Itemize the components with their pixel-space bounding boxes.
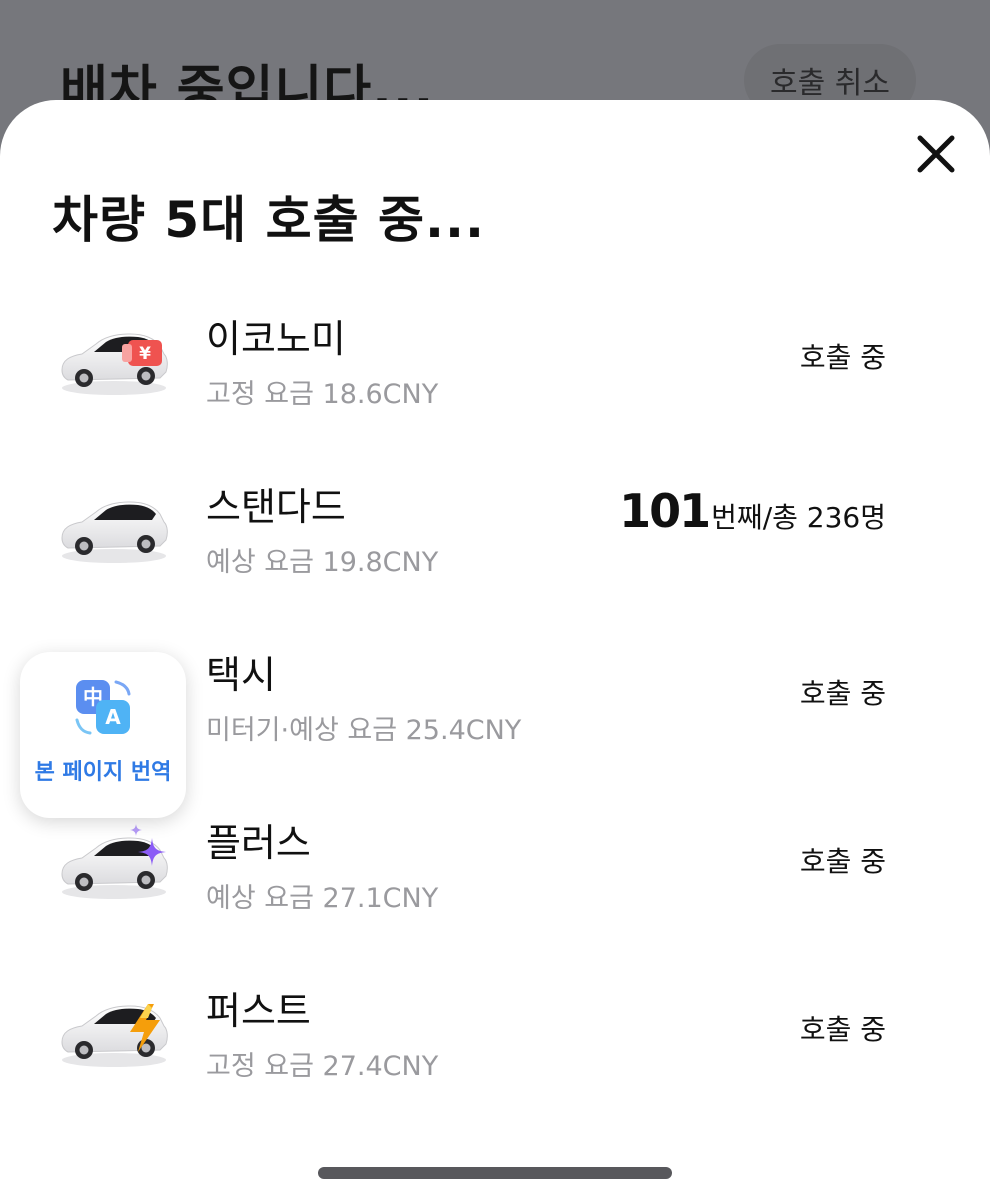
ride-price: 고정 요금 18.6CNY: [206, 379, 439, 410]
close-icon[interactable]: [912, 130, 960, 178]
sheet-title: 차량 5대 호출 중...: [52, 191, 485, 249]
ride-status: 호출 중: [799, 1013, 886, 1046]
svg-text:¥: ¥: [139, 344, 151, 364]
queue-text: 번째/총 236명: [711, 501, 886, 534]
ride-name: 플러스: [206, 821, 311, 865]
ride-name: 스탠다드: [206, 485, 346, 529]
ride-price: 예상 요금 19.8CNY: [206, 547, 439, 578]
ride-status: 호출 중: [799, 677, 886, 710]
ride-option-standard[interactable]: 스탠다드 예상 요금 19.8CNY 101 번째/총 236명: [0, 458, 990, 626]
ride-name: 택시: [206, 653, 276, 697]
queue-position: 101 번째/총 236명: [619, 484, 886, 538]
ride-price: 미터기·예상 요금 25.4CNY: [206, 715, 522, 746]
svg-text:A: A: [105, 705, 121, 729]
translate-icon: 中 A: [72, 676, 134, 738]
ride-status: 호출 중: [799, 845, 886, 878]
economy-car-icon: ¥: [56, 318, 174, 398]
plus-car-icon: [56, 822, 174, 902]
home-indicator[interactable]: [318, 1167, 672, 1179]
queue-number: 101: [619, 484, 711, 538]
ride-price: 예상 요금 27.1CNY: [206, 883, 439, 914]
standard-car-icon: [56, 486, 174, 566]
ride-status: 호출 중: [799, 341, 886, 374]
ride-option-first[interactable]: 퍼스트 고정 요금 27.4CNY 호출 중: [0, 962, 990, 1130]
ride-name: 이코노미: [206, 317, 346, 361]
ride-price: 고정 요금 27.4CNY: [206, 1051, 439, 1082]
ride-option-plus[interactable]: 플러스 예상 요금 27.1CNY 호출 중: [0, 794, 990, 962]
ride-request-sheet: 차량 5대 호출 중... ¥ 이코노미 고정 요금 18.6CNY 호출 중: [0, 100, 990, 1200]
translate-page-button[interactable]: 中 A 본 페이지 번역: [20, 652, 186, 818]
ride-option-economy[interactable]: ¥ 이코노미 고정 요금 18.6CNY 호출 중: [0, 290, 990, 458]
ride-name: 퍼스트: [206, 989, 311, 1033]
first-car-icon: [56, 990, 174, 1070]
translate-label: 본 페이지 번역: [34, 760, 172, 785]
